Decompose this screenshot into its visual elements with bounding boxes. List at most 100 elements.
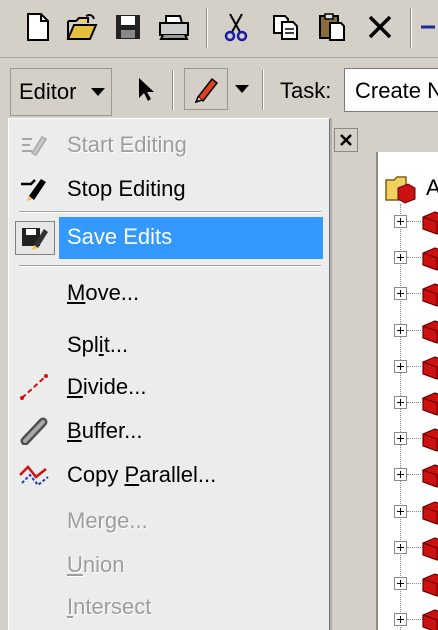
layer-group-icon (421, 245, 438, 276)
menu-item-buffer[interactable]: Buffer... (9, 411, 329, 451)
layer-group-icon (421, 607, 438, 630)
sketch-dropdown-chevron-icon[interactable] (232, 70, 252, 108)
expand-icon[interactable] (394, 504, 407, 518)
new-file-icon[interactable] (20, 8, 56, 46)
toc-layer-row[interactable] (378, 276, 438, 312)
divide-icon (17, 373, 51, 401)
start-editing-icon (17, 131, 51, 159)
layer-group-icon (421, 354, 438, 385)
menu-item-intersect[interactable]: Intersect (9, 587, 329, 627)
expand-icon[interactable] (394, 287, 407, 301)
editor-menu-button[interactable]: Editor (10, 68, 112, 116)
tree-line (407, 438, 421, 440)
expand-icon[interactable] (394, 613, 407, 627)
toolbar-separator (410, 8, 412, 48)
editor-toolbar: Editor Task: Create N (0, 60, 438, 120)
layer-group-icon (421, 426, 438, 457)
layer-group-icon (421, 499, 438, 530)
menu-item-copy-parallel[interactable]: Copy Parallel... (9, 455, 329, 495)
tree-line (407, 221, 421, 222)
toc-layer-row[interactable] (378, 313, 438, 349)
toc-layer-row[interactable] (378, 385, 438, 421)
menu-item-stop-editing[interactable]: Stop Editing (9, 169, 329, 209)
expand-icon[interactable] (394, 396, 407, 409)
open-folder-icon[interactable] (64, 8, 100, 46)
menu-item-label: Merge... (67, 508, 148, 533)
tree-line (407, 619, 421, 621)
menu-item-merge[interactable]: Merge... (9, 501, 329, 541)
tree-line (407, 583, 421, 584)
cut-icon[interactable] (218, 8, 254, 46)
expand-icon[interactable] (394, 577, 407, 590)
task-select[interactable]: Create N (344, 68, 438, 112)
expand-icon[interactable] (394, 432, 407, 446)
toc-layer-row[interactable] (378, 530, 438, 566)
standard-toolbar (0, 0, 438, 58)
menu-item-label: Union (67, 552, 125, 577)
sketch-tool-icon[interactable] (184, 68, 228, 110)
layer-group-icon (421, 462, 438, 493)
toc-layer-row[interactable] (378, 240, 438, 276)
copy-icon[interactable] (268, 8, 304, 46)
toc-layer-row[interactable] (378, 349, 438, 385)
tree-line (407, 510, 421, 512)
tree-line (407, 546, 421, 548)
toc-layer-row[interactable] (378, 566, 438, 602)
undo-icon[interactable] (416, 8, 438, 46)
menu-item-label: Divide... (67, 374, 147, 399)
menu-item-label: Stop Editing (67, 176, 186, 201)
layer-group-icon (421, 281, 438, 312)
save-edits-icon (15, 221, 55, 255)
menu-item-label: Move... (67, 280, 140, 305)
print-icon[interactable] (156, 8, 192, 46)
menu-separator (19, 211, 321, 213)
menu-item-label: Split... (67, 332, 129, 357)
layer-group-icon (421, 571, 438, 602)
menu-item-union[interactable]: Union (9, 545, 329, 585)
toc-layer-row[interactable] (378, 602, 438, 630)
toolbar-separator (262, 70, 264, 110)
menu-item-label: Buffer... (67, 418, 143, 443)
copy-parallel-icon (17, 461, 51, 489)
paste-icon[interactable] (314, 8, 350, 46)
expand-icon[interactable] (394, 251, 407, 265)
tree-line (407, 474, 421, 476)
chevron-down-icon (91, 88, 105, 96)
edit-tool-arrow-icon[interactable] (128, 70, 164, 108)
menu-item-label: Copy Parallel... (67, 462, 217, 487)
menu-item-start-editing[interactable]: Start Editing (9, 125, 329, 165)
editor-dropdown-menu: Start Editing Stop Editing Save Edits Mo… (8, 118, 330, 630)
tree-line (407, 257, 421, 259)
toolbar-separator (172, 70, 174, 110)
editor-menu-label: Editor (19, 79, 77, 104)
buffer-icon (17, 417, 51, 445)
toc-layer-row[interactable] (378, 494, 438, 530)
expand-icon[interactable] (394, 540, 407, 554)
toc-layer-row[interactable] (378, 457, 438, 493)
stop-editing-icon (17, 175, 51, 203)
tree-line (407, 329, 421, 331)
expand-icon[interactable] (394, 468, 407, 482)
table-of-contents-panel: A (376, 152, 438, 630)
task-label: Task: (280, 78, 332, 103)
layer-group-icon (421, 390, 438, 421)
menu-item-label: Start Editing (67, 132, 187, 157)
menu-item-move[interactable]: Move... (9, 273, 329, 313)
menu-separator (19, 265, 321, 267)
toc-root-row[interactable]: A (378, 170, 438, 206)
toc-layer-row[interactable] (378, 421, 438, 457)
toolbar-separator (206, 8, 208, 48)
toc-root-label: A (426, 175, 438, 200)
menu-item-split[interactable]: Split... (9, 325, 329, 365)
menu-item-save-edits[interactable]: Save Edits (9, 217, 329, 259)
delete-icon[interactable] (362, 8, 398, 46)
toc-layer-row[interactable] (378, 204, 438, 240)
expand-icon[interactable] (394, 359, 407, 373)
menu-item-label: Save Edits (67, 224, 173, 249)
menu-item-divide[interactable]: Divide... (9, 367, 329, 407)
save-icon[interactable] (110, 8, 146, 46)
tree-line (407, 365, 421, 367)
expand-icon[interactable] (394, 215, 407, 228)
expand-icon[interactable] (394, 323, 407, 337)
close-icon[interactable] (334, 128, 358, 152)
